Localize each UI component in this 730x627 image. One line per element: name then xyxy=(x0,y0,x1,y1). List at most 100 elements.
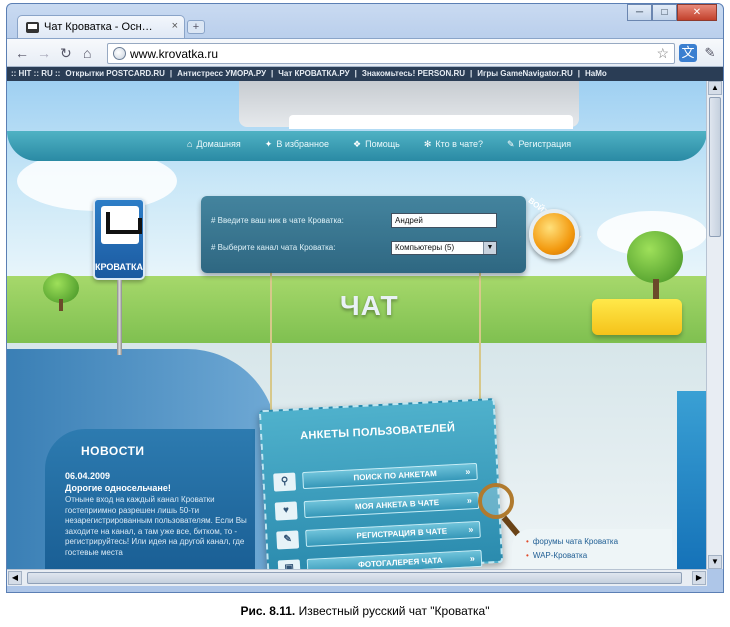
links-bar-item[interactable]: Чат КРОВАТКА.РУ xyxy=(278,69,349,78)
help-icon: ❖ xyxy=(353,139,362,149)
heart-icon: ♥ xyxy=(274,501,298,521)
star-icon: ✦ xyxy=(264,139,273,149)
home-icon: ⌂ xyxy=(187,139,193,149)
news-heading: НОВОСТИ xyxy=(81,444,145,458)
double-arrow-icon: » xyxy=(465,466,471,477)
right-banner-decoration xyxy=(677,391,707,569)
profiles-button-label: ПОИСК ПО АНКЕТАМ xyxy=(353,469,438,483)
bookmark-star-icon[interactable]: ☆ xyxy=(656,45,669,62)
maximize-button[interactable]: □ xyxy=(652,4,677,21)
channel-select[interactable]: Компьютеры (5) ▼ xyxy=(391,241,497,255)
profiles-button[interactable]: ✎ РЕГИСТРАЦИЯ В ЧАТЕ » xyxy=(276,520,481,550)
enter-chat-button[interactable] xyxy=(529,209,579,259)
nav-item[interactable]: ❖ Помощь xyxy=(353,139,400,150)
people-icon: ✻ xyxy=(423,139,432,149)
login-panel: # Введите ваш ник в чате Кроватка: # Выб… xyxy=(201,196,526,273)
nav-item-label: Домашняя xyxy=(196,139,241,149)
pencil-icon: ✎ xyxy=(276,530,300,550)
scroll-up-arrow-icon[interactable]: ▲ xyxy=(708,81,722,95)
back-arrow-icon[interactable]: ← xyxy=(15,45,29,61)
sign-pole xyxy=(117,280,122,355)
nav-item[interactable]: ✻ Кто в чате? xyxy=(424,139,483,150)
links-separator: | xyxy=(271,69,274,78)
nav-item-label: Регистрация xyxy=(518,139,572,149)
figure-caption: Рис. 8.11. Известный русский чат "Кроват… xyxy=(0,604,730,618)
home-icon[interactable]: ⌂ xyxy=(83,45,91,61)
links-bar-item[interactable]: :: HIT :: RU :: xyxy=(11,69,60,78)
forum-link[interactable]: форумы чата Кроватка xyxy=(526,537,618,546)
links-separator: | xyxy=(169,69,173,78)
horizontal-scroll-thumb[interactable] xyxy=(27,572,682,584)
nick-label: # Введите ваш ник в чате Кроватка: xyxy=(211,216,344,225)
close-window-button[interactable]: ✕ xyxy=(677,4,717,21)
nav-item-label: В избранное xyxy=(276,139,330,149)
channel-label: # Выберите канал чата Кроватка: xyxy=(211,243,336,252)
links-separator: | xyxy=(354,69,357,78)
site-nav: ⌂ Домашняя ✦ В избранное ❖ Помощь ✻ Кто в чате?… xyxy=(187,139,571,150)
links-separator: | xyxy=(577,69,581,78)
horizontal-scrollbar[interactable]: ◀ ▶ xyxy=(7,569,707,586)
profiles-button[interactable]: ♥ МОЯ АНКЕТА В ЧАТЕ » xyxy=(274,491,480,521)
chat-heading: ЧАТ xyxy=(340,290,399,321)
forward-arrow-icon[interactable]: → xyxy=(37,45,51,61)
profiles-button[interactable]: ⚲ ПОИСК ПО АНКЕТАМ » xyxy=(273,462,478,492)
web-page: ⌂ Домашняя ✦ В избранное ❖ Помощь ✻ Кто в чате?… xyxy=(7,81,707,569)
yellow-bed-decoration xyxy=(592,299,682,335)
bed-favicon-icon xyxy=(26,22,39,33)
links-bar-item[interactable]: Знакомьтесь! PERSON.RU xyxy=(362,69,465,78)
globe-icon xyxy=(113,47,126,60)
top-frame-decoration xyxy=(239,81,579,129)
news-body: Отныне вход на каждый канал Кроватки гос… xyxy=(65,495,247,557)
tab-close-icon[interactable]: × xyxy=(172,20,178,32)
tab-active[interactable]: Чат Кроватка - Осн… × xyxy=(17,15,185,39)
forum-links: форумы чата Кроватка WAP-Кроватка xyxy=(512,529,672,569)
profiles-button-label: МОЯ АНКЕТА В ЧАТЕ xyxy=(354,497,440,512)
double-arrow-icon: » xyxy=(469,553,476,564)
wrench-icon[interactable]: ✎ xyxy=(701,44,719,62)
wap-link[interactable]: WAP-Кроватка xyxy=(526,551,587,560)
double-arrow-icon: » xyxy=(466,495,473,506)
translate-icon[interactable]: 文 xyxy=(679,44,697,62)
links-bar: :: HIT :: RU :: Открытки POSTCARD.RU | Анти… xyxy=(7,67,723,81)
sign-label: КРОВАТКА xyxy=(95,262,143,272)
chevron-down-icon[interactable]: ▼ xyxy=(483,242,496,254)
links-separator: | xyxy=(470,69,473,78)
caption-prefix: Рис. 8.11. xyxy=(240,604,296,618)
nav-item[interactable]: ✎ Регистрация xyxy=(507,139,571,150)
rope xyxy=(270,271,272,411)
minimize-button[interactable]: ─ xyxy=(627,4,652,21)
tree-icon xyxy=(43,273,83,313)
scroll-thumb[interactable] xyxy=(709,97,721,237)
links-bar-item[interactable]: НаМо xyxy=(585,69,607,78)
news-subtitle: Дорогие односельчане! xyxy=(65,483,171,493)
scroll-right-arrow-icon[interactable]: ▶ xyxy=(692,571,706,585)
photo-icon: ▣ xyxy=(277,559,301,569)
reload-icon[interactable]: ↻ xyxy=(60,45,72,61)
magnifier-icon xyxy=(478,483,514,519)
profiles-button[interactable]: ▣ ФОТОГАЛЕРЕЯ ЧАТА » xyxy=(277,549,483,569)
address-bar[interactable]: www.krovatka.ru ☆ xyxy=(107,43,675,64)
links-bar-item[interactable]: Антистресс УМОРА.РУ xyxy=(177,69,266,78)
url-text: www.krovatka.ru xyxy=(130,47,219,61)
nav-item[interactable]: ✦ В избранное xyxy=(265,139,329,150)
browser-toolbar: ← → ↻ ⌂ www.krovatka.ru ☆ 文 ✎ xyxy=(7,38,723,67)
links-bar-item[interactable]: Открытки POSTCARD.RU xyxy=(65,69,165,78)
bed-icon xyxy=(101,206,142,244)
channel-value: Компьютеры (5) xyxy=(395,243,455,252)
nick-input[interactable] xyxy=(391,213,497,228)
nav-item-label: Кто в чате? xyxy=(435,139,483,149)
links-bar-item[interactable]: Игры GameNavigator.RU xyxy=(477,69,573,78)
magnifier-icon: ⚲ xyxy=(273,472,297,492)
profiles-button-label: ФОТОГАЛЕРЕЯ ЧАТА xyxy=(357,555,443,569)
profiles-panel: АНКЕТЫ ПОЛЬЗОВАТЕЛЕЙ ⚲ ПОИСК ПО АНКЕТАМ» ♥… xyxy=(258,397,504,569)
vertical-scrollbar[interactable]: ▲ ▼ xyxy=(706,81,723,569)
scroll-left-arrow-icon[interactable]: ◀ xyxy=(8,571,22,585)
tab-bar: Чат Кроватка - Осн… × + ─ □ ✕ xyxy=(7,4,723,39)
window-controls: ─ □ ✕ xyxy=(627,4,717,21)
scroll-down-arrow-icon[interactable]: ▼ xyxy=(708,555,722,569)
profiles-title: АНКЕТЫ ПОЛЬЗОВАТЕЛЕЙ xyxy=(299,422,456,443)
nav-item[interactable]: ⌂ Домашняя xyxy=(187,139,241,150)
news-panel: НОВОСТИ 06.04.2009 Дорогие односельчане!… xyxy=(45,429,255,569)
new-tab-button[interactable]: + xyxy=(187,20,205,34)
browser-window: Чат Кроватка - Осн… × + ─ □ ✕ ← → ↻ ⌂ ww… xyxy=(6,3,724,593)
